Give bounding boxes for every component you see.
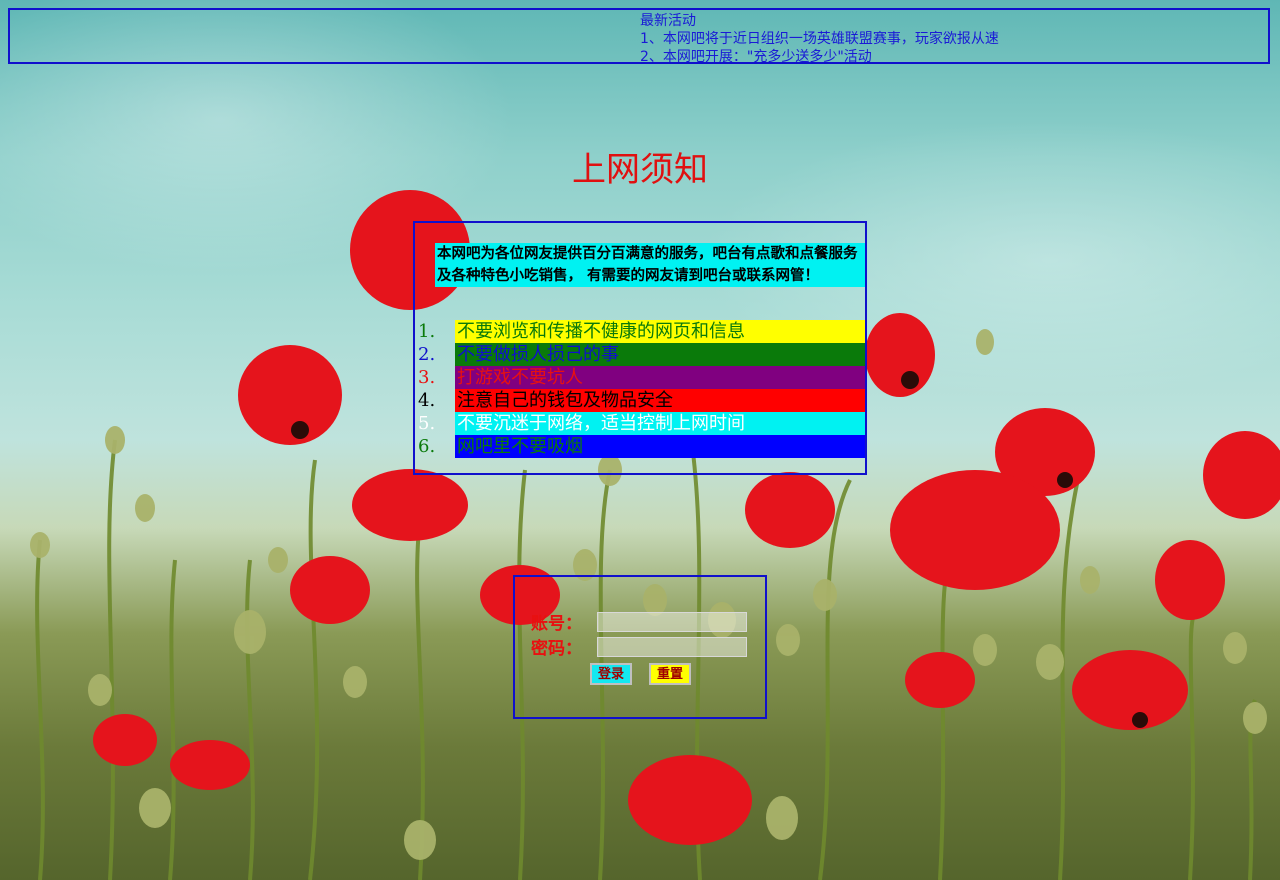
- rule-text: 注意自己的钱包及物品安全: [455, 389, 865, 412]
- login-button[interactable]: 登录: [590, 663, 633, 685]
- rule-text: 网吧里不要吸烟: [455, 435, 865, 458]
- rule-item: 4. 注意自己的钱包及物品安全: [417, 389, 865, 412]
- password-row: 密码：: [531, 634, 747, 659]
- rules-list: 1. 不要浏览和传播不健康的网页和信息 2. 不要做损人损己的事 3. 打游戏不…: [417, 320, 865, 458]
- account-label: 账号：: [531, 614, 582, 634]
- rule-text: 打游戏不要坑人: [455, 366, 865, 389]
- password-input[interactable]: [597, 636, 747, 657]
- notice-item: 2、本网吧开展："充多少送多少"活动: [640, 49, 872, 65]
- rule-item: 5. 不要沉迷于网络，适当控制上网时间: [417, 412, 865, 435]
- rule-number: 5.: [418, 413, 436, 434]
- account-row: 账号：: [531, 609, 747, 634]
- rule-item: 2. 不要做损人损己的事: [417, 343, 865, 366]
- account-input[interactable]: [597, 611, 747, 632]
- notice-item: 1、本网吧将于近日组织一场英雄联盟赛事，玩家欲报从速: [640, 31, 999, 47]
- rule-item: 1. 不要浏览和传播不健康的网页和信息: [417, 320, 865, 343]
- rule-number: 3.: [418, 367, 436, 388]
- intro-text: 本网吧为各位网友提供百分百满意的服务，吧台有点歌和点餐服务及各种特色小吃销售， …: [435, 243, 865, 287]
- notice-content: 最新活动 1、本网吧将于近日组织一场英雄联盟赛事，玩家欲报从速 2、本网吧开展：…: [640, 12, 999, 66]
- login-form: 账号： 密码： 登录 重置: [513, 575, 767, 719]
- page-title: 上网须知: [572, 150, 708, 190]
- reset-button[interactable]: 重置: [649, 663, 692, 685]
- rule-number: 1.: [418, 321, 436, 342]
- rule-text: 不要做损人损己的事: [455, 343, 865, 366]
- rule-item: 6. 网吧里不要吸烟: [417, 435, 865, 458]
- rule-number: 4.: [418, 390, 436, 411]
- notice-title: 最新活动: [640, 13, 696, 29]
- rule-text: 不要沉迷于网络，适当控制上网时间: [455, 412, 865, 435]
- password-label: 密码：: [531, 639, 582, 659]
- rule-item: 3. 打游戏不要坑人: [417, 366, 865, 389]
- rule-text: 不要浏览和传播不健康的网页和信息: [455, 320, 865, 343]
- rule-number: 6.: [418, 436, 436, 457]
- rule-number: 2.: [418, 344, 436, 365]
- rules-panel: 本网吧为各位网友提供百分百满意的服务，吧台有点歌和点餐服务及各种特色小吃销售， …: [413, 221, 867, 475]
- notice-panel: 最新活动 1、本网吧将于近日组织一场英雄联盟赛事，玩家欲报从速 2、本网吧开展：…: [8, 8, 1270, 66]
